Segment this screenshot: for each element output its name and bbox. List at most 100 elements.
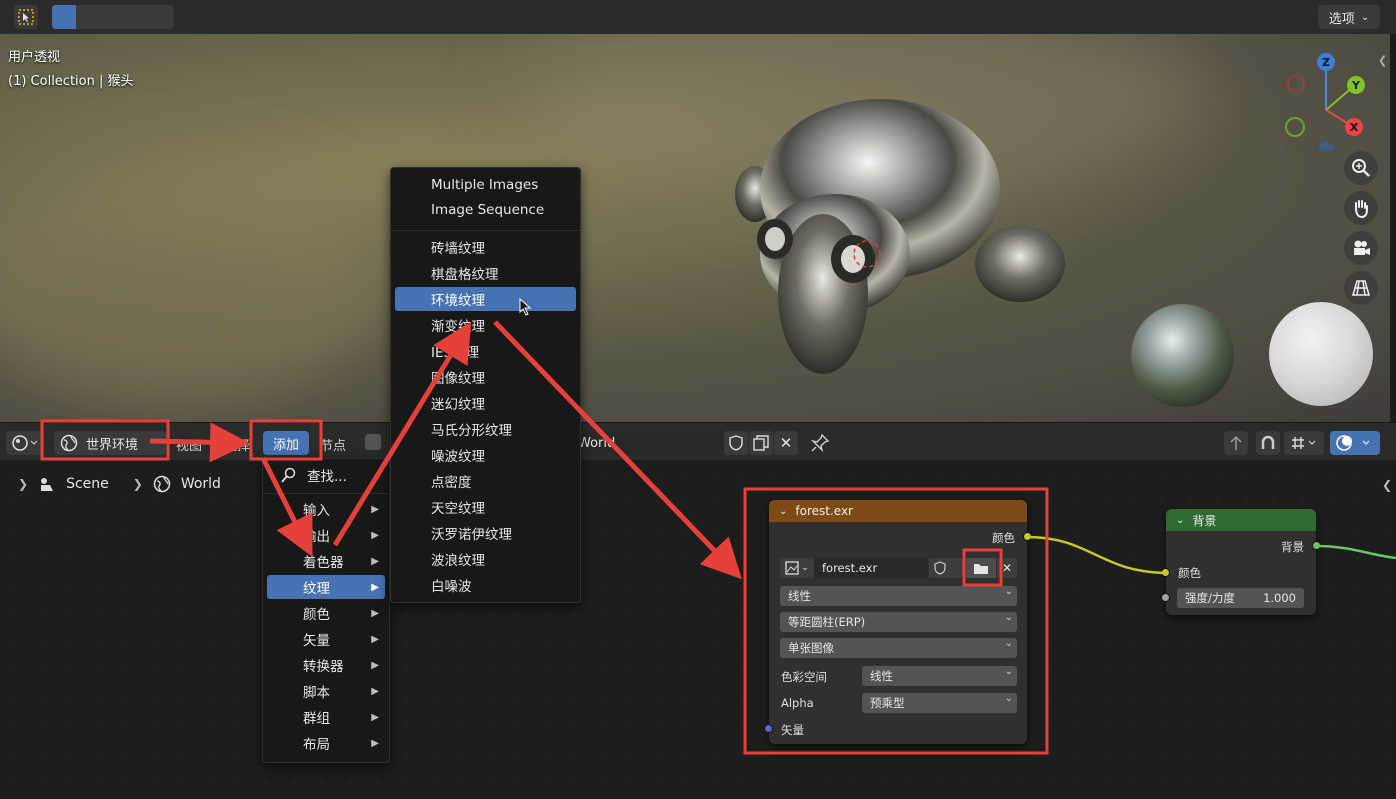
fake-user-button[interactable]	[724, 431, 748, 455]
texture-menu-wave[interactable]: 波浪纹理	[395, 547, 576, 571]
texture-menu-ies[interactable]: IES纹理	[395, 339, 576, 363]
select-intersect-button[interactable]	[148, 5, 172, 29]
menu-item-label: 颜色	[303, 607, 330, 623]
add-menu-search[interactable]: 查找...	[267, 463, 385, 487]
chevron-down-icon[interactable]: ⌄	[1176, 515, 1184, 526]
ortho-toggle-button[interactable]	[1344, 271, 1378, 305]
suzanne-monkey-mesh[interactable]	[735, 94, 1065, 394]
options-label: 选项	[1328, 11, 1355, 27]
texture-menu-musgrave[interactable]: 马氏分形纹理	[395, 417, 576, 441]
texture-menu-checker[interactable]: 棋盘格纹理	[395, 261, 576, 285]
chevron-left-icon[interactable]: ❮	[1378, 54, 1390, 74]
submenu-arrow-icon: ▶	[371, 711, 379, 723]
color-output-socket[interactable]	[1023, 532, 1032, 541]
chevron-down-icon: ⌄	[1360, 11, 1370, 23]
node-editor-header: 世界环境 视图 选择 添加 节点 World ✕	[0, 422, 1396, 460]
environment-texture-node[interactable]: ⌄ forest.exr 颜色 ⌄ forest.exr ✕ 线性 ⌄ 等距圆柱(…	[764, 500, 1032, 744]
viewport-toolbar: 选项 ⌄	[0, 0, 1396, 34]
colorspace-dropdown[interactable]: 线性 ⌄	[862, 666, 1017, 686]
3d-viewport[interactable]: 用户透视 (1) Collection | 猴头 Z Y X ❮	[0, 34, 1390, 422]
add-menu-item-texture[interactable]: 纹理 ▶	[267, 575, 385, 599]
interpolation-dropdown[interactable]: 线性 ⌄	[780, 586, 1017, 606]
menu-item-label: 群组	[303, 711, 330, 727]
texture-menu-voronoi[interactable]: 沃罗诺伊纹理	[395, 521, 576, 545]
zoom-icon	[1352, 159, 1370, 177]
projection-dropdown[interactable]: 等距圆柱(ERP) ⌄	[780, 612, 1017, 632]
world-type-button[interactable]: 世界环境	[54, 431, 166, 455]
vector-input-socket[interactable]	[764, 724, 773, 733]
navigation-gizmo[interactable]: Z Y X	[1276, 50, 1376, 150]
node-header[interactable]: ⌄ forest.exr	[769, 500, 1027, 522]
texture-menu-magic[interactable]: 迷幻纹理	[395, 391, 576, 415]
texture-menu-gradient[interactable]: 渐变纹理	[395, 313, 576, 337]
color-input-socket[interactable]	[1161, 568, 1170, 577]
image-name-field[interactable]: forest.exr	[814, 558, 928, 578]
zoom-button[interactable]	[1344, 151, 1378, 185]
snap-toggle-button[interactable]	[1256, 431, 1280, 455]
select-new-button[interactable]	[52, 5, 76, 29]
select-invert-button[interactable]	[124, 5, 148, 29]
open-image-button[interactable]	[966, 558, 996, 578]
overlay-toggle-button[interactable]	[1330, 431, 1380, 455]
texture-menu-brick[interactable]: 砖墙纹理	[395, 235, 576, 259]
background-node[interactable]: ⌄ 背景 背景 颜色 强度/力度 1.000	[1161, 509, 1321, 615]
source-dropdown[interactable]: 单张图像 ⌄	[780, 638, 1017, 658]
add-menu-item-layout[interactable]: 布局 ▶	[267, 731, 385, 755]
pan-button[interactable]	[1344, 191, 1378, 225]
select-subtract-button[interactable]	[100, 5, 124, 29]
texture-menu-multiple-images[interactable]: Multiple Images	[395, 173, 576, 197]
add-menu-button[interactable]: 添加	[263, 431, 309, 455]
texture-menu-sky[interactable]: 天空纹理	[395, 495, 576, 519]
texture-menu-noise[interactable]: 噪波纹理	[395, 443, 576, 467]
chevron-right-icon: ❯	[18, 477, 29, 491]
strength-input-socket[interactable]	[1161, 593, 1170, 602]
copy-icon[interactable]	[951, 558, 965, 578]
texture-menu-image[interactable]: 图像纹理	[395, 365, 576, 389]
select-menu[interactable]: 选择	[224, 435, 250, 454]
pin-button[interactable]	[810, 433, 830, 457]
menu-item-label: 布局	[303, 737, 330, 753]
texture-menu-white-noise[interactable]: 白噪波	[395, 573, 576, 597]
unlink-world-button[interactable]: ✕	[774, 431, 798, 455]
breadcrumb-scene[interactable]: Scene	[66, 476, 109, 492]
texture-menu-image-sequence[interactable]: Image Sequence	[395, 198, 576, 222]
texture-menu-point-density[interactable]: 点密度	[395, 469, 576, 493]
submenu-arrow-icon: ▶	[371, 581, 379, 593]
texture-menu-environment[interactable]: 环境纹理	[395, 287, 576, 311]
node-menu[interactable]: 节点	[320, 435, 346, 454]
camera-view-button[interactable]	[1344, 231, 1378, 265]
background-output-socket[interactable]	[1312, 541, 1321, 550]
use-nodes-checkbox[interactable]	[365, 434, 381, 450]
search-label: 查找...	[307, 469, 347, 485]
add-menu-item-vector[interactable]: 矢量 ▶	[267, 627, 385, 651]
snap-mode-dropdown[interactable]	[1284, 431, 1324, 455]
node-header[interactable]: ⌄ 背景	[1166, 509, 1316, 531]
add-menu-item-output[interactable]: 输出 ▶	[267, 523, 385, 547]
view-menu[interactable]: 视图	[176, 435, 202, 454]
world-name-field[interactable]: World	[572, 431, 724, 455]
strength-field[interactable]: 强度/力度 1.000	[1177, 588, 1304, 608]
editor-type-button[interactable]	[6, 431, 44, 455]
breadcrumb-world[interactable]: World	[181, 476, 221, 492]
select-extend-button[interactable]	[76, 5, 100, 29]
add-menu-item-script[interactable]: 脚本 ▶	[267, 679, 385, 703]
options-dropdown[interactable]: 选项 ⌄	[1318, 5, 1380, 29]
parent-node-tree-button[interactable]	[1224, 431, 1248, 455]
add-menu-item-color[interactable]: 颜色 ▶	[267, 601, 385, 625]
menu-item-label: 矢量	[303, 633, 330, 649]
chevron-left-icon[interactable]: ❮	[1382, 478, 1392, 492]
select-tool-button[interactable]	[14, 5, 38, 29]
menu-item-label: 着色器	[303, 555, 344, 571]
add-menu-item-group[interactable]: 群组 ▶	[267, 705, 385, 729]
add-menu-item-input[interactable]: 输入 ▶	[267, 497, 385, 521]
duplicate-world-button[interactable]	[749, 431, 773, 455]
unlink-image-button[interactable]: ✕	[997, 558, 1017, 578]
submenu-arrow-icon: ▶	[371, 633, 379, 645]
image-browse-button[interactable]: ⌄	[780, 558, 814, 578]
alpha-dropdown[interactable]: 预乘型 ⌄	[862, 693, 1017, 713]
fake-user-button[interactable]	[929, 558, 951, 578]
add-menu-item-converter[interactable]: 转换器 ▶	[267, 653, 385, 677]
scene-icon	[41, 478, 54, 491]
chevron-down-icon[interactable]: ⌄	[779, 506, 787, 517]
add-menu-item-shader[interactable]: 着色器 ▶	[267, 549, 385, 573]
